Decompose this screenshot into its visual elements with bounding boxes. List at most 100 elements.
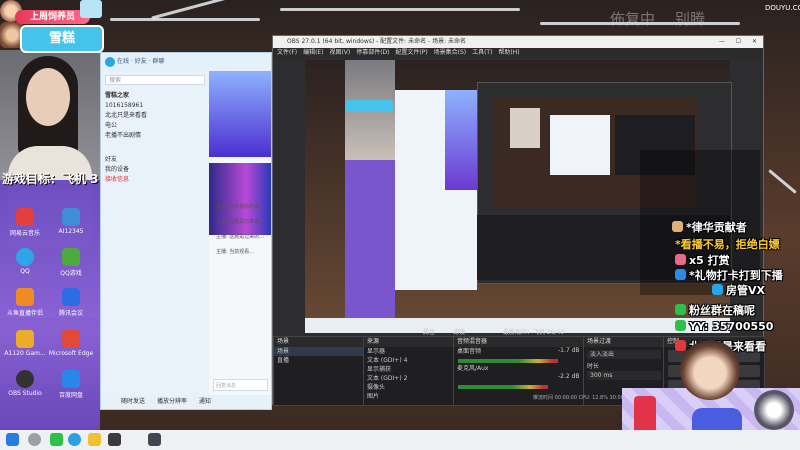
mixer-level: -1.7 dB — [558, 347, 580, 354]
preview-nested-window — [550, 115, 610, 175]
desktop-icon-qqgame[interactable]: QQ游戏 — [46, 248, 96, 277]
game-target-text: 游戏目标：飞机 3 — [2, 172, 99, 186]
edge-icon[interactable] — [68, 433, 81, 446]
list-item[interactable]: 老播不出剧情 — [105, 131, 205, 141]
app-icon — [62, 208, 80, 226]
recent-viewer: 最新观众：飞机 26/40 — [503, 329, 565, 336]
message-icon — [712, 284, 723, 295]
preview-nested-webcam — [510, 108, 540, 148]
overlay-text: 房管VX — [712, 282, 765, 298]
preview-name-badge — [345, 100, 393, 112]
qq-bottom-label[interactable]: 通知 — [199, 398, 211, 405]
desktop-icon-qq[interactable]: QQ — [0, 248, 50, 275]
sources-dock-title: 来源 — [364, 337, 454, 347]
game-icon — [62, 248, 80, 266]
cat-icon — [754, 390, 794, 430]
mixer-level: -2.2 dB — [558, 373, 580, 380]
qq-title: 在线 · 好友 · 群聊 — [117, 58, 165, 65]
taskbar — [0, 430, 800, 450]
qq-bottom-bar: 随时发送 播放分辨率 通知 — [101, 395, 271, 409]
overlay-text: *看播不易，拒绝白嫖 — [675, 238, 780, 251]
desktop-icon-baidu[interactable]: 百度网盘 — [46, 370, 96, 399]
audio-meter — [458, 385, 548, 389]
menu-item-help[interactable]: 帮助(H) — [498, 49, 519, 56]
desktop-icon-game[interactable]: A1120 Gam... — [0, 330, 50, 357]
source-item[interactable]: 文本 (GDI+) 4 — [364, 356, 454, 365]
duration-input[interactable]: 300 ms — [587, 371, 661, 380]
desktop-icon-meeting[interactable]: 腾讯会议 — [46, 288, 96, 317]
game-icon[interactable] — [148, 433, 161, 446]
qq-bottom-label[interactable]: 播放分辨率 — [157, 398, 187, 405]
qq-avatar[interactable] — [105, 57, 115, 67]
qq-group-name[interactable]: 雪糕之家 — [105, 91, 205, 101]
desktop-icon-netease[interactable]: 网易云音乐 — [0, 208, 50, 237]
overlay-text: 粉丝群在稿呢 — [675, 302, 755, 318]
overlay-text: x5 打赏 — [675, 252, 730, 268]
qq-window[interactable]: 在线 · 好友 · 群聊 搜索 雪糕之家 1016158961 北北只是来看看 … — [100, 52, 272, 410]
sources-dock: 来源 显示器 文本 (GDI+) 4 显示捕获 文本 (GDI+) 2 摄像头 … — [363, 336, 455, 406]
source-item[interactable]: 显示器 — [364, 347, 454, 356]
scene-item[interactable]: 场景 — [274, 347, 364, 356]
anime-girl-avatar — [680, 340, 740, 400]
desktop-area: 游戏目标：飞机 3 网易云音乐 AI12345 QQ QQ游戏 斗鱼直播伴侣 腾… — [0, 172, 100, 430]
list-item[interactable]: 北北只是来看看 — [105, 111, 205, 121]
streamer-name-badge: 雪糕 — [20, 25, 104, 53]
transitions-dock-title: 场景过渡 — [584, 337, 664, 347]
desktop-icon-edge[interactable]: Microsoft Edge — [46, 330, 96, 357]
cloud-icon — [62, 370, 80, 388]
stage-light — [151, 0, 239, 20]
source-item[interactable]: 图片 — [364, 392, 454, 401]
folder-icon[interactable] — [88, 433, 101, 446]
desktop-icon-obs[interactable]: OBS Studio — [0, 370, 50, 397]
mixer-channel-name: 麦克风/Aux — [457, 365, 489, 372]
desktop-icon-douyu[interactable]: 斗鱼直播伴侣 — [0, 288, 50, 317]
overlay-text: *律华贡献者 — [672, 219, 747, 235]
minimize-button[interactable]: — — [719, 36, 725, 48]
obs-icon — [16, 370, 34, 388]
desktop-icon-ai[interactable]: AI12345 — [46, 208, 96, 235]
audio-meter — [458, 359, 558, 363]
qq-message-input[interactable]: 回复消息 — [213, 379, 268, 391]
scene-item[interactable]: 直播 — [274, 356, 364, 365]
obs-titlebar: OBS 27.0.1 (64 bit, windows) - 配置文件: 未命名… — [273, 36, 763, 48]
search-icon[interactable] — [28, 433, 41, 446]
qq-ad-banner[interactable] — [209, 71, 271, 157]
qq-search-input[interactable]: 搜索 — [105, 75, 205, 85]
qq-titlebar: 在线 · 好友 · 群聊 — [101, 53, 271, 71]
source-item[interactable]: 显示捕获 — [364, 365, 454, 374]
filters-button[interactable]: 滤镜 — [453, 327, 465, 336]
list-item[interactable]: 电公 — [105, 121, 205, 131]
source-item[interactable]: 文本 (GDI+) 2 — [364, 374, 454, 383]
platform-watermark: DOUYU.COM — [765, 4, 800, 12]
properties-button[interactable]: 属性 — [423, 327, 435, 336]
qq-bottom-label[interactable]: 随时发送 — [121, 398, 145, 405]
role-badge: 上周饲养员 — [15, 10, 90, 24]
qq-status[interactable]: 接收信息 — [105, 175, 205, 185]
close-button[interactable]: ✕ — [752, 36, 757, 48]
scenes-dock: 场景 场景 直播 — [273, 336, 365, 406]
menu-item-docks[interactable]: 停靠部件(D) — [356, 49, 389, 56]
overlay-text: *礼物打卡打到下播 — [675, 267, 783, 283]
chat-message: 主播: 这就是过来看... — [216, 219, 265, 225]
menu-item-profile[interactable]: 配置文件(P) — [395, 49, 427, 56]
pc-icon — [80, 0, 102, 18]
menu-item-scene-collection[interactable]: 场景集合(S) — [434, 49, 467, 56]
list-item[interactable]: 我的设备 — [105, 165, 205, 175]
mixer-dock-title: 音频混音器 — [454, 337, 584, 347]
menu-item-tools[interactable]: 工具(T) — [472, 49, 492, 56]
menu-item-edit[interactable]: 编辑(E) — [303, 49, 323, 56]
maximize-button[interactable]: ☐ — [736, 36, 741, 48]
qq-icon — [16, 248, 34, 266]
folder-icon — [16, 330, 34, 348]
transition-select[interactable]: 淡入淡出 — [587, 350, 661, 359]
menu-item-file[interactable]: 文件(F) — [277, 49, 297, 56]
source-item[interactable]: 摄像头 — [364, 383, 454, 392]
menu-item-view[interactable]: 视图(V) — [329, 49, 350, 56]
preview-banner — [445, 90, 477, 190]
stage-light — [768, 169, 797, 194]
wechat-icon[interactable] — [50, 433, 63, 446]
windows-icon[interactable] — [6, 433, 19, 446]
obs-icon[interactable] — [108, 433, 121, 446]
list-item[interactable]: 好友 — [105, 155, 205, 165]
obs-title: OBS 27.0.1 (64 bit, windows) - 配置文件: 未命名… — [287, 38, 467, 45]
